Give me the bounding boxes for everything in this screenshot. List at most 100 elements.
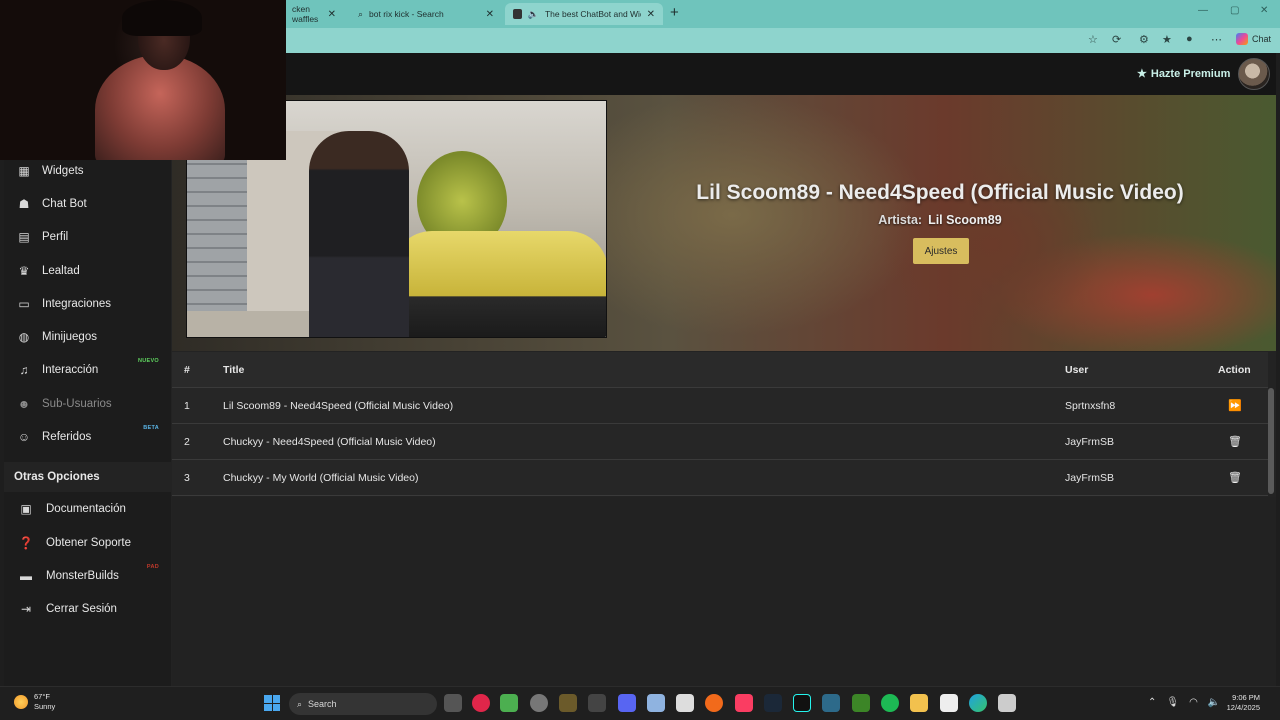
windows-start-icon[interactable]: [264, 695, 280, 711]
sidebar-item-label: Lealtad: [42, 264, 80, 277]
favorite-star-icon[interactable]: ☆: [1088, 33, 1098, 46]
video-frame-car: [392, 231, 606, 337]
more-icon[interactable]: ⋯: [1211, 33, 1222, 46]
tracking-icon[interactable]: ⚙: [1139, 33, 1149, 46]
row-title: Lil Scoom89 - Need4Speed (Official Music…: [223, 399, 454, 412]
volume-icon[interactable]: 🔈: [1208, 697, 1220, 708]
sidebar-item-perfil[interactable]: ▤ Perfil: [4, 220, 171, 253]
music-app-icon[interactable]: [735, 694, 753, 712]
app-icon[interactable]: [500, 694, 518, 712]
window-close-icon[interactable]: ✕: [1260, 5, 1268, 16]
widgets-icon: ▦: [18, 163, 30, 178]
user-avatar[interactable]: [1238, 58, 1270, 90]
speaker-icon[interactable]: 🔈: [528, 9, 539, 20]
app-icon[interactable]: [822, 694, 840, 712]
profile-icon[interactable]: ●: [1186, 33, 1193, 45]
user-plus-icon: ☺: [17, 429, 31, 444]
steam-icon[interactable]: [764, 694, 782, 712]
taskbar-clock[interactable]: 9:06 PM 12/4/2025: [1222, 693, 1260, 713]
pad-badge: PAD: [146, 564, 159, 570]
server-icon: ▭: [18, 296, 30, 311]
sidebar-item-monsterbuilds[interactable]: ▬ MonsterBuilds PAD: [4, 559, 171, 592]
trash-icon[interactable]: 🗑: [1228, 471, 1242, 484]
sidebar-item-documentacion[interactable]: ▣ Documentación: [4, 492, 171, 525]
app-icon[interactable]: [559, 694, 577, 712]
sidebar-item-minijuegos[interactable]: ◍ Minijuegos: [4, 320, 171, 353]
row-number: 1: [184, 399, 190, 412]
sidebar-item-label: Documentación: [46, 502, 126, 515]
file-explorer-icon[interactable]: [910, 694, 928, 712]
sidebar-item-lealtad[interactable]: ♛ Lealtad: [4, 254, 171, 287]
weather-widget[interactable]: 67°F Sunny: [14, 692, 55, 712]
sidebar-item-sub-usuarios[interactable]: ☻ Sub-Usuarios: [4, 387, 171, 420]
sidebar-item-label: Interacción: [42, 363, 99, 376]
minimize-icon[interactable]: —: [1198, 5, 1208, 16]
chevron-up-icon[interactable]: ⌃: [1148, 697, 1156, 708]
app-icon[interactable]: [647, 694, 665, 712]
trash-icon[interactable]: 🗑: [1228, 435, 1242, 448]
sidebar-item-interaccion[interactable]: ♫ Interacción NUEVO: [4, 353, 171, 386]
row-number: 3: [184, 471, 190, 484]
table-scrollbar[interactable]: [1268, 388, 1274, 494]
minecraft-icon[interactable]: [852, 694, 870, 712]
settings-button[interactable]: Ajustes: [913, 238, 969, 264]
close-icon[interactable]: ✕: [328, 9, 336, 20]
close-icon[interactable]: ✕: [486, 9, 494, 20]
users-icon: ☻: [17, 396, 31, 411]
favorites-icon[interactable]: ★: [1162, 33, 1172, 46]
sidebar-item-label: Sub-Usuarios: [42, 397, 112, 410]
question-icon: ❓: [18, 535, 34, 550]
sidebar-item-cerrar-sesion[interactable]: ⇥ Cerrar Sesión: [4, 592, 171, 625]
extension-icon[interactable]: ⟳: [1112, 33, 1121, 46]
browser-tab-active[interactable]: 🔈 The best ChatBot and Widge ✕: [505, 3, 663, 25]
col-title: Title: [223, 363, 245, 376]
beta-badge: BETA: [143, 425, 159, 431]
browser-tab[interactable]: ⌕ bot rix kick - Search ✕: [350, 3, 502, 25]
app-icon[interactable]: [998, 694, 1016, 712]
tab-label: cken waffles: [292, 4, 319, 24]
app-icon[interactable]: [940, 694, 958, 712]
sidebar-item-chat-bot[interactable]: ☗ Chat Bot: [4, 187, 171, 220]
table-row: 1 Lil Scoom89 - Need4Speed (Official Mus…: [172, 388, 1268, 424]
task-view-icon[interactable]: [444, 694, 462, 712]
artist-name: Lil Scoom89: [928, 213, 1002, 227]
premium-link[interactable]: ★ Hazte Premium: [1137, 67, 1230, 81]
copilot-chat-button[interactable]: Chat: [1236, 33, 1271, 45]
soundcloud-icon[interactable]: [705, 694, 723, 712]
discord-icon[interactable]: [618, 694, 636, 712]
taskbar-search-label: Search: [308, 699, 337, 709]
app-icon[interactable]: [588, 694, 606, 712]
wifi-icon[interactable]: ◠: [1189, 697, 1198, 708]
tab-label: The best ChatBot and Widge: [544, 9, 641, 19]
sidebar-item-obtener-soporte[interactable]: ❓ Obtener Soporte: [4, 526, 171, 559]
row-user: Sprtnxsfn8: [1065, 399, 1116, 412]
star-icon: ★: [1137, 68, 1147, 80]
skip-icon[interactable]: ⏩: [1228, 399, 1242, 412]
windows-taskbar: [0, 686, 1280, 720]
tiktok-icon[interactable]: [793, 694, 811, 712]
sidebar-item-label: Chat Bot: [42, 197, 87, 210]
col-number: #: [184, 363, 190, 376]
maximize-icon[interactable]: ▢: [1230, 5, 1239, 16]
app-icon[interactable]: [676, 694, 694, 712]
artist-label: Artista:: [878, 213, 923, 227]
row-user: JayFrmSB: [1065, 471, 1115, 484]
webcam-person-body: [95, 55, 225, 160]
sidebar-item-referidos[interactable]: ☺ Referidos BETA: [4, 420, 171, 453]
browser-tab[interactable]: cken waffles ✕: [284, 3, 344, 25]
sidebar-item-integraciones[interactable]: ▭ Integraciones: [4, 287, 171, 320]
tab-label: bot rix kick - Search: [369, 9, 444, 19]
edge-icon[interactable]: [969, 694, 987, 712]
weather-sun-icon: [14, 695, 28, 709]
taskbar-search[interactable]: ⌕ Search: [289, 693, 437, 715]
sidebar-item-label: Referidos: [42, 430, 92, 443]
opera-icon[interactable]: [472, 694, 490, 712]
app-icon[interactable]: [530, 694, 548, 712]
copilot-icon: [1236, 33, 1248, 45]
microphone-icon[interactable]: 🎙: [1166, 697, 1179, 708]
row-user: JayFrmSB: [1065, 435, 1115, 448]
close-icon[interactable]: ✕: [647, 9, 655, 20]
new-tab-button[interactable]: +: [670, 4, 679, 21]
row-number: 2: [184, 435, 190, 448]
spotify-icon[interactable]: [881, 694, 899, 712]
